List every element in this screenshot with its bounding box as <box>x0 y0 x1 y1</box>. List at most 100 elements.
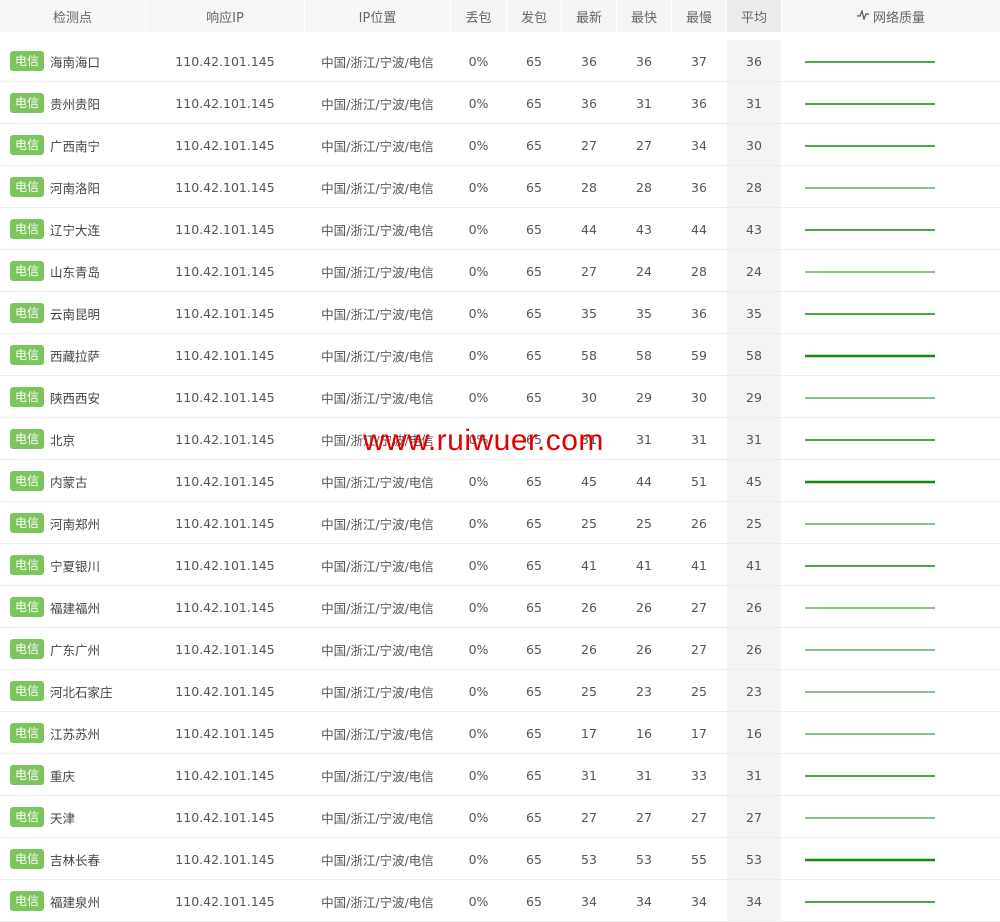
row-loss: 0% <box>468 599 489 615</box>
isp-badge: 电信 <box>10 135 45 155</box>
row-quality[interactable] <box>782 82 1000 124</box>
row-quality[interactable] <box>782 460 1000 502</box>
row-ip: 110.42.101.145 <box>175 137 275 153</box>
row-loss: 0% <box>468 725 489 741</box>
row-ip: 110.42.101.145 <box>175 851 275 867</box>
row-site: 电信 福建福州 <box>0 586 145 628</box>
row-sent: 65 <box>526 725 542 741</box>
row-quality[interactable] <box>782 838 1000 880</box>
row-quality[interactable] <box>782 124 1000 166</box>
row-ip: 110.42.101.145 <box>175 305 275 321</box>
row-avg: 43 <box>727 208 781 250</box>
site-name: 江苏苏州 <box>50 726 101 742</box>
row-location: 中国/浙江/宁波/电信 <box>321 390 434 406</box>
row-quality[interactable] <box>782 502 1000 544</box>
latency-sparkline <box>805 691 935 693</box>
site-name: 西藏拉萨 <box>50 348 101 364</box>
row-location: 中国/浙江/宁波/电信 <box>321 474 434 490</box>
site-name: 内蒙古 <box>50 474 88 490</box>
isp-badge: 电信 <box>10 429 45 449</box>
row-avg: 36 <box>727 40 781 82</box>
row-location: 中国/浙江/宁波/电信 <box>321 264 434 280</box>
row-worst: 36 <box>691 305 707 321</box>
pulse-icon <box>856 8 869 24</box>
row-avg: 53 <box>727 838 781 880</box>
table-row: 电信 西藏拉萨 110.42.101.145 中国/浙江/宁波/电信 0% 65 58 58 5… <box>0 334 1000 376</box>
row-last: 31 <box>581 767 597 783</box>
row-quality[interactable] <box>782 208 1000 250</box>
latency-sparkline <box>805 649 935 651</box>
table-row: 电信 吉林长春 110.42.101.145 中国/浙江/宁波/电信 0% 65 53 53 5… <box>0 838 1000 880</box>
header-quality[interactable]: 网络质量 <box>782 0 1000 32</box>
site-name: 云南昆明 <box>50 306 101 322</box>
row-worst: 34 <box>691 137 707 153</box>
row-sent: 65 <box>526 347 542 363</box>
row-loss: 0% <box>468 305 489 321</box>
header-worst[interactable]: 最慢 <box>672 0 726 32</box>
row-quality[interactable] <box>782 250 1000 292</box>
row-location: 中国/浙江/宁波/电信 <box>321 516 434 532</box>
latency-sparkline <box>805 145 935 147</box>
row-quality[interactable] <box>782 544 1000 586</box>
row-quality[interactable] <box>782 754 1000 796</box>
header-ip[interactable]: 响应IP <box>146 0 304 32</box>
row-last: 36 <box>581 53 597 69</box>
row-loss: 0% <box>468 473 489 489</box>
row-quality[interactable] <box>782 334 1000 376</box>
header-avg[interactable]: 平均 <box>727 0 781 32</box>
row-loss: 0% <box>468 557 489 573</box>
site-name: 贵州贵阳 <box>50 96 101 112</box>
row-loss: 0% <box>468 851 489 867</box>
latency-sparkline <box>805 187 935 189</box>
row-best: 58 <box>636 347 652 363</box>
isp-badge: 电信 <box>10 681 45 701</box>
table-row: 电信 宁夏银川 110.42.101.145 中国/浙江/宁波/电信 0% 65 41 41 4… <box>0 544 1000 586</box>
row-loss: 0% <box>468 893 489 909</box>
header-quality-label: 网络质量 <box>872 10 925 26</box>
table-row: 电信 重庆 110.42.101.145 中国/浙江/宁波/电信 0% 65 31 31 33 3… <box>0 754 1000 796</box>
row-quality[interactable] <box>782 712 1000 754</box>
row-avg: 29 <box>727 376 781 418</box>
row-avg: 31 <box>727 82 781 124</box>
row-location: 中国/浙江/宁波/电信 <box>321 558 434 574</box>
header-site[interactable]: 检测点 <box>0 0 145 32</box>
site-name: 山东青岛 <box>50 264 101 280</box>
row-best: 24 <box>636 263 652 279</box>
site-name: 河南郑州 <box>50 516 101 532</box>
header-location[interactable]: IP位置 <box>305 0 450 32</box>
header-best[interactable]: 最快 <box>617 0 671 32</box>
row-quality[interactable] <box>782 880 1000 922</box>
row-quality[interactable] <box>782 670 1000 712</box>
row-location: 中国/浙江/宁波/电信 <box>321 54 434 70</box>
isp-badge: 电信 <box>10 849 45 869</box>
row-quality[interactable] <box>782 796 1000 838</box>
row-best: 27 <box>636 137 652 153</box>
row-sent: 65 <box>526 683 542 699</box>
row-site: 电信 河北石家庄 <box>0 670 145 712</box>
row-quality[interactable] <box>782 40 1000 82</box>
header-sent[interactable]: 发包 <box>507 0 561 32</box>
latency-sparkline <box>805 439 935 441</box>
row-site: 电信 宁夏银川 <box>0 544 145 586</box>
header-last[interactable]: 最新 <box>562 0 616 32</box>
header-loss[interactable]: 丢包 <box>451 0 506 32</box>
row-ip: 110.42.101.145 <box>175 515 275 531</box>
row-worst: 44 <box>691 221 707 237</box>
row-last: 26 <box>581 599 597 615</box>
row-last: 45 <box>581 473 597 489</box>
row-location: 中国/浙江/宁波/电信 <box>321 138 434 154</box>
table-row: 电信 海南海口 110.42.101.145 中国/浙江/宁波/电信 0% 65 36 36 3… <box>0 40 1000 82</box>
row-worst: 26 <box>691 515 707 531</box>
row-location: 中国/浙江/宁波/电信 <box>321 600 434 616</box>
isp-badge: 电信 <box>10 639 45 659</box>
row-quality[interactable] <box>782 628 1000 670</box>
row-quality[interactable] <box>782 376 1000 418</box>
row-loss: 0% <box>468 221 489 237</box>
row-site: 电信 西藏拉萨 <box>0 334 145 376</box>
row-avg: 24 <box>727 250 781 292</box>
row-quality[interactable] <box>782 586 1000 628</box>
row-quality[interactable] <box>782 166 1000 208</box>
row-best: 31 <box>636 767 652 783</box>
row-quality[interactable] <box>782 292 1000 334</box>
row-quality[interactable] <box>782 418 1000 460</box>
